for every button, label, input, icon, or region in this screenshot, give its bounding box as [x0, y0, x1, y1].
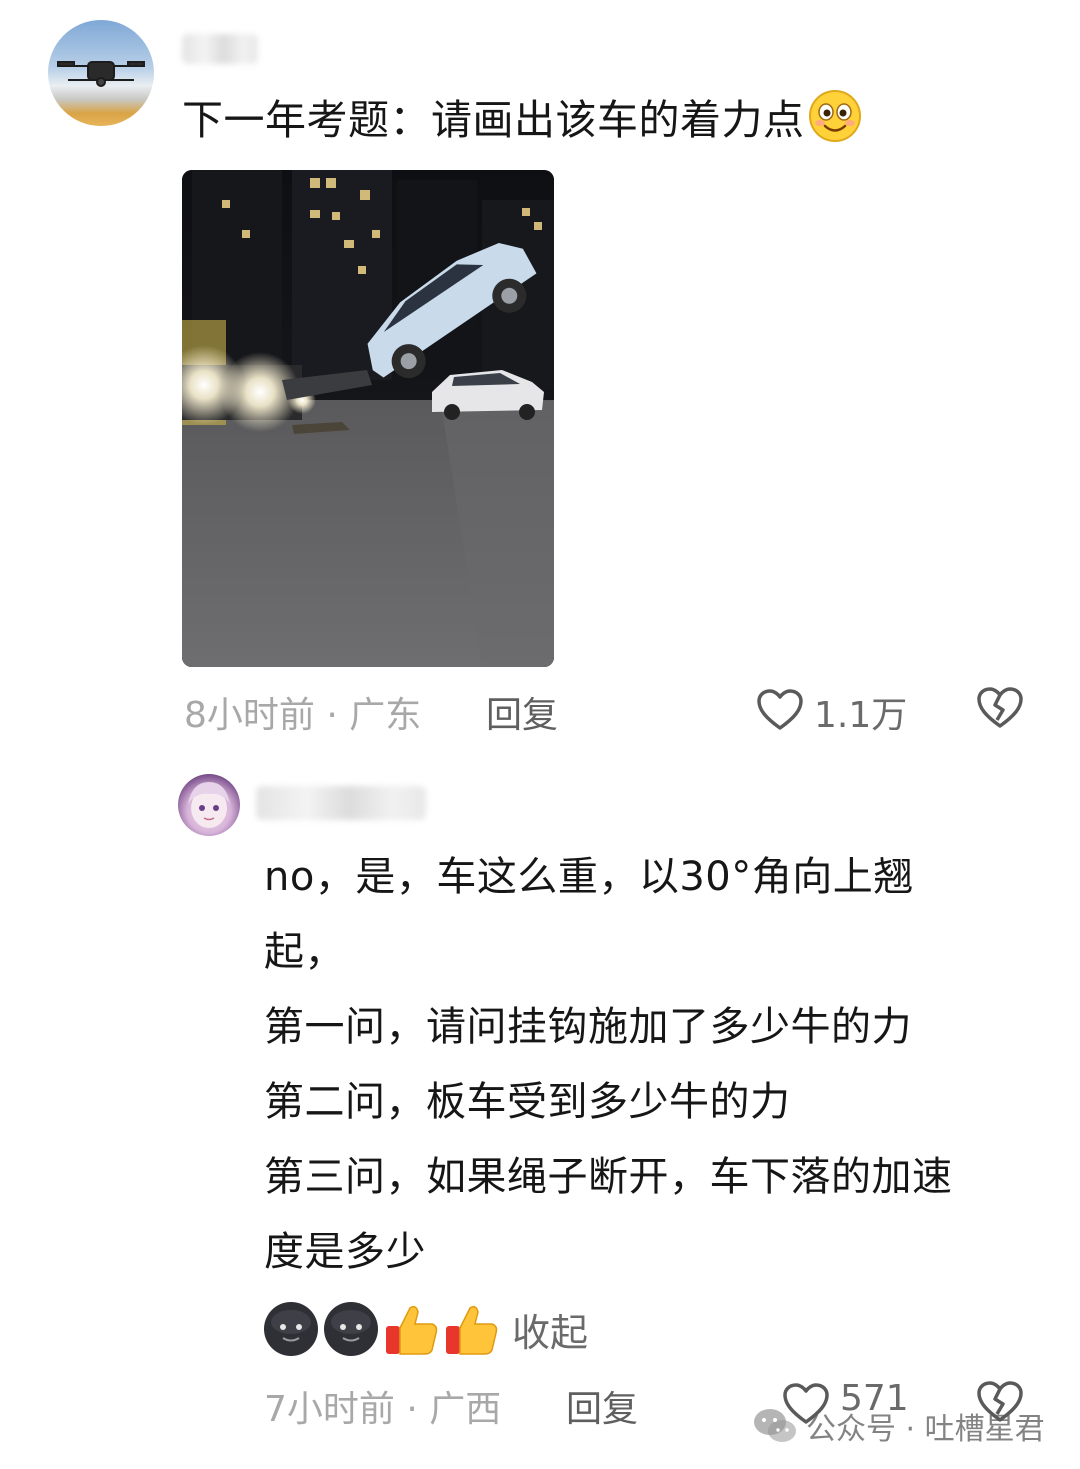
comment-line: no，是，车这么重，以30°角向上翘	[264, 854, 914, 900]
thumbs-up-emoji-icon	[446, 1305, 498, 1355]
username-blurred[interactable]	[182, 34, 258, 64]
username-blurred[interactable]	[256, 786, 426, 820]
collapse-button[interactable]: 收起	[512, 1311, 588, 1355]
comment-line: 第一问，请问挂钩施加了多少牛的力	[264, 1004, 912, 1050]
smiley-emoji-icon	[808, 90, 861, 142]
heart-like-icon[interactable]	[756, 688, 804, 732]
wechat-logo-icon	[754, 1409, 796, 1442]
reply-button[interactable]: 回复	[486, 686, 558, 738]
reaction-emoji-row: 收起	[262, 1300, 588, 1360]
like-count: 1.1万	[814, 695, 908, 736]
comment-line: 第二问，板车受到多少牛的力	[264, 1079, 791, 1125]
car-lifted-photo[interactable]	[182, 170, 554, 667]
drone-avatar[interactable]	[48, 20, 154, 126]
comment-line: 度是多少	[264, 1229, 426, 1275]
wechat-watermark: 公众号 · 吐槽星君	[752, 1404, 1045, 1448]
comment-text: no，是，车这么重，以30°角向上翘 起， 第一问，请问挂钩施加了多少牛的力 第…	[264, 840, 1054, 1290]
comment-time-location: 8小时前 · 广东	[184, 695, 422, 736]
comment-line: 第三问，如果绳子断开，车下落的加速	[264, 1154, 953, 1200]
thumbs-up-emoji-icon	[386, 1305, 438, 1355]
watermark-text: 公众号 · 吐槽星君	[806, 1412, 1045, 1447]
dark-face-emoji-icon	[264, 1302, 318, 1356]
reply-button[interactable]: 回复	[566, 1380, 638, 1432]
comment-body: 下一年考题：请画出该车的着力点	[182, 96, 805, 144]
dark-face-emoji-icon	[324, 1302, 378, 1356]
comment-time-location: 7小时前 · 广西	[264, 1389, 502, 1430]
broken-heart-dislike-icon[interactable]	[976, 686, 1024, 730]
anime-girl-avatar[interactable]	[178, 774, 240, 836]
comment-text: 下一年考题：请画出该车的着力点	[182, 88, 863, 150]
comment-line: 起，	[264, 929, 345, 975]
